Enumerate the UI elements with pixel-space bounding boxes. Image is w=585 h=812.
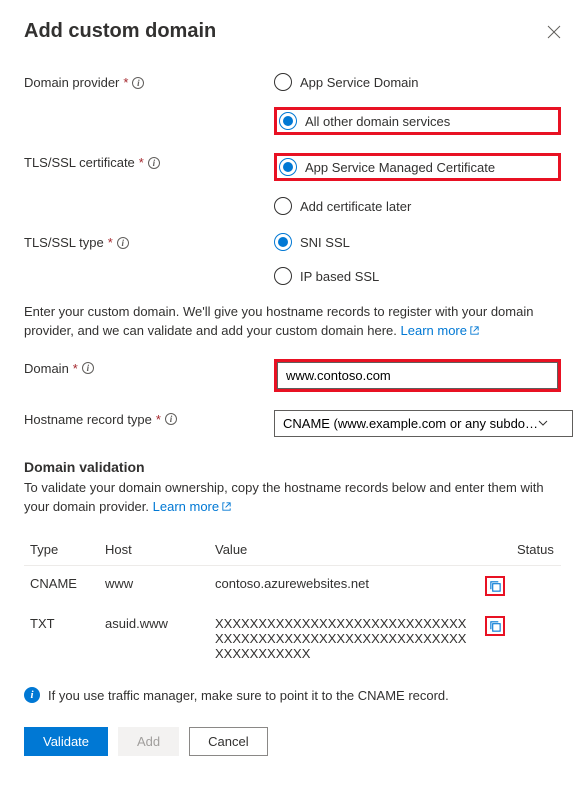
table-row: TXT asuid.www XXXXXXXXXXXXXXXXXXXXXXXXXX… [24, 606, 561, 671]
validation-table: Type Host Value Status CNAME www contoso… [24, 534, 561, 671]
record-type-label: Hostname record type [24, 412, 152, 427]
required-asterisk: * [139, 155, 144, 170]
learn-more-link-2[interactable]: Learn more [153, 499, 232, 514]
close-icon[interactable] [547, 25, 561, 39]
required-asterisk: * [73, 361, 78, 376]
note-text: If you use traffic manager, make sure to… [48, 688, 449, 703]
info-icon: i [24, 687, 40, 703]
domain-input[interactable] [277, 362, 558, 389]
chevron-down-icon [538, 418, 548, 428]
record-type-select[interactable]: CNAME (www.example.com or any subdo… [274, 410, 573, 437]
info-icon[interactable]: i [117, 237, 129, 249]
radio-all-other-domain[interactable]: All other domain services [279, 112, 450, 130]
tls-type-label: TLS/SSL type [24, 235, 104, 250]
copy-icon[interactable] [485, 616, 505, 636]
radio-app-service-domain[interactable]: App Service Domain [274, 73, 561, 91]
info-icon[interactable]: i [132, 77, 144, 89]
radio-ip-ssl[interactable]: IP based SSL [274, 267, 561, 285]
cancel-button[interactable]: Cancel [189, 727, 267, 756]
radio-sni-ssl[interactable]: SNI SSL [274, 233, 561, 251]
info-icon[interactable]: i [148, 157, 160, 169]
intro-text: Enter your custom domain. We'll give you… [24, 303, 561, 341]
add-button: Add [118, 727, 179, 756]
required-asterisk: * [108, 235, 113, 250]
info-icon[interactable]: i [165, 413, 177, 425]
info-icon[interactable]: i [82, 362, 94, 374]
required-asterisk: * [123, 75, 128, 90]
radio-managed-cert[interactable]: App Service Managed Certificate [279, 158, 495, 176]
domain-provider-label: Domain provider [24, 75, 119, 90]
validation-text: To validate your domain ownership, copy … [24, 479, 561, 517]
domain-label: Domain [24, 361, 69, 376]
table-row: CNAME www contoso.azurewebsites.net [24, 566, 561, 607]
tls-cert-label: TLS/SSL certificate [24, 155, 135, 170]
copy-icon[interactable] [485, 576, 505, 596]
learn-more-link[interactable]: Learn more [401, 323, 480, 338]
radio-cert-later[interactable]: Add certificate later [274, 197, 561, 215]
validate-button[interactable]: Validate [24, 727, 108, 756]
validation-heading: Domain validation [24, 459, 561, 475]
required-asterisk: * [156, 412, 161, 427]
page-title: Add custom domain [24, 20, 216, 43]
